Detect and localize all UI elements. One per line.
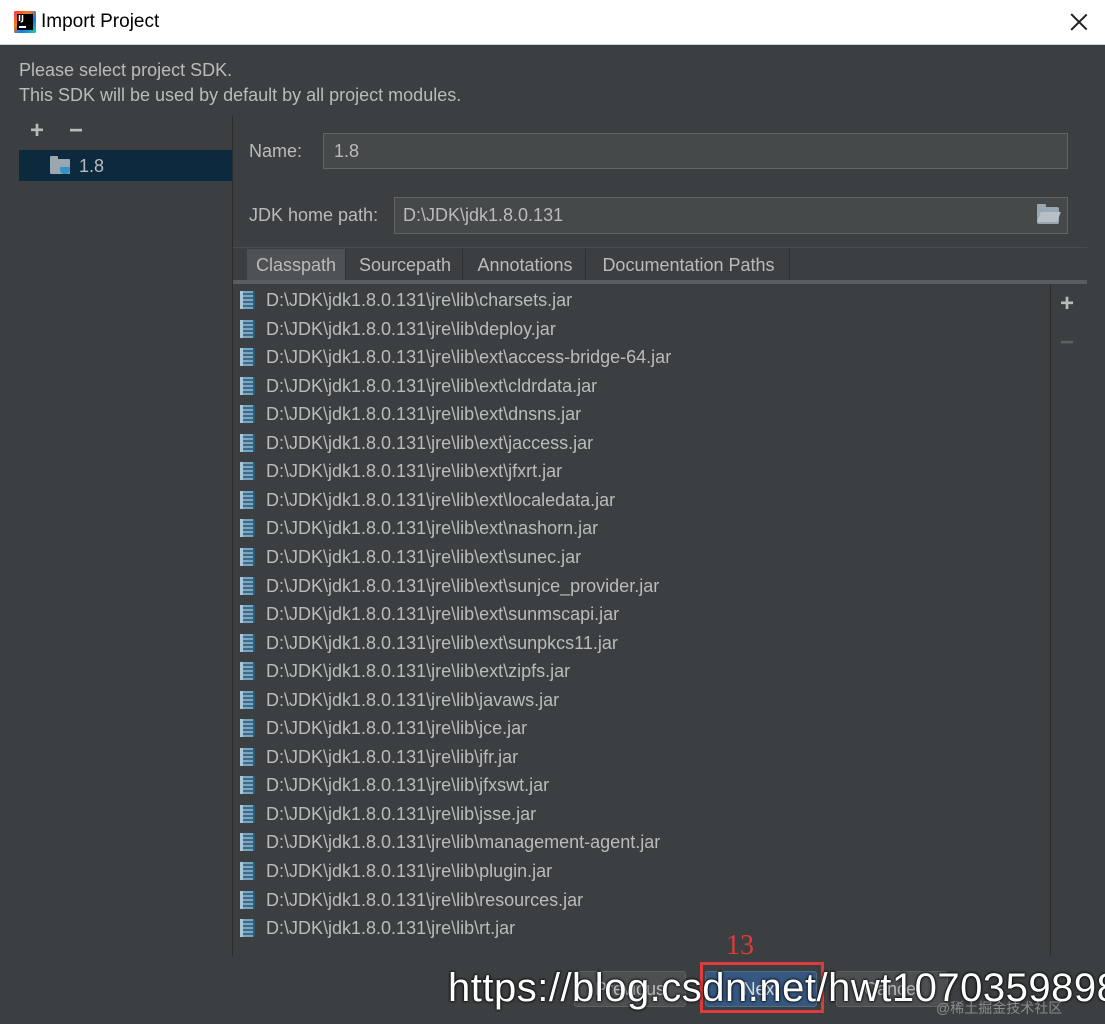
classpath-path: D:\JDK\jdk1.8.0.131\jre\lib\ext\sunec.ja… [266,546,582,567]
classpath-path: D:\JDK\jdk1.8.0.131\jre\lib\ext\sunmscap… [266,604,620,625]
jar-library-icon [240,862,255,880]
remove-path-icon[interactable]: − [1060,331,1080,355]
tab-sourcepath[interactable]: Sourcepath [348,249,463,281]
folder-open-icon[interactable] [1037,204,1059,224]
classpath-path: D:\JDK\jdk1.8.0.131\jre\lib\jce.jar [266,718,528,739]
jar-library-icon [240,662,255,681]
jar-library-icon [240,348,255,367]
jar-library-icon [240,747,255,766]
jar-library-icon [240,376,255,395]
jar-library-icon [240,490,255,509]
classpath-path: D:\JDK\jdk1.8.0.131\jre\lib\jsse.jar [266,803,537,824]
classpath-path: D:\JDK\jdk1.8.0.131\jre\lib\javaws.jar [266,689,560,710]
window-title: Import Project [41,11,160,32]
classpath-path: D:\JDK\jdk1.8.0.131\jre\lib\ext\localeda… [266,489,616,510]
classpath-path: D:\JDK\jdk1.8.0.131\jre\lib\plugin.jar [266,861,553,881]
description-line-2: This SDK will be used by default by all … [19,85,462,105]
classpath-path: D:\JDK\jdk1.8.0.131\jre\lib\ext\dnsns.ja… [266,404,582,425]
sdk-list-item[interactable]: 1.8 [19,150,232,181]
classpath-path: D:\JDK\jdk1.8.0.131\jre\lib\jfxswt.jar [266,775,550,796]
classpath-path: D:\JDK\jdk1.8.0.131\jre\lib\deploy.jar [266,318,556,339]
sdk-item-label: 1.8 [79,156,105,176]
add-sdk-icon[interactable]: + [30,119,48,143]
title-bar: IJ Import Project [0,0,1105,45]
jdk-folder-icon [50,156,70,174]
tabs-top-line [233,247,1087,248]
jar-library-icon [240,633,255,652]
list-separator [1050,284,1051,956]
name-label: Name: [249,141,303,161]
classpath-path: D:\JDK\jdk1.8.0.131\jre\lib\ext\jaccess.… [266,432,594,453]
classpath-path: D:\JDK\jdk1.8.0.131\jre\lib\jfr.jar [266,746,519,767]
close-icon[interactable] [1066,9,1092,35]
jar-library-icon [240,462,255,481]
classpath-path: D:\JDK\jdk1.8.0.131\jre\lib\ext\nashorn.… [266,518,599,539]
description-line-1: Please select project SDK. [19,60,233,80]
jar-library-icon [240,547,255,566]
jar-library-icon [240,405,255,424]
classpath-path: D:\JDK\jdk1.8.0.131\jre\lib\ext\zipfs.ja… [266,661,571,682]
jar-library-icon [240,690,255,709]
jdk-home-field[interactable] [394,197,1068,234]
classpath-path: D:\JDK\jdk1.8.0.131\jre\lib\charsets.jar [266,290,573,310]
sdk-list-panel [18,116,232,956]
jar-library-icon [240,833,255,852]
classpath-path: D:\JDK\jdk1.8.0.131\jre\lib\resources.ja… [266,889,584,910]
name-field[interactable] [323,133,1068,169]
jar-library-icon [240,576,255,595]
jar-library-icon [240,719,255,738]
add-path-icon[interactable]: + [1060,292,1080,316]
tab-documentation-paths[interactable]: Documentation Paths [588,249,790,281]
jar-library-icon [240,433,255,452]
classpath-path: D:\JDK\jdk1.8.0.131\jre\lib\ext\sunjce_p… [266,575,660,596]
step-number-annotation: 13 [726,930,754,961]
classpath-path: D:\JDK\jdk1.8.0.131\jre\lib\management-a… [266,832,661,853]
jar-library-icon [240,890,255,909]
remove-sdk-icon[interactable]: − [69,119,87,143]
classpath-path: D:\JDK\jdk1.8.0.131\jre\lib\ext\jfxrt.ja… [266,461,563,482]
jar-library-icon [240,605,255,624]
tab-annotations[interactable]: Annotations [465,249,586,281]
classpath-path: D:\JDK\jdk1.8.0.131\jre\lib\ext\cldrdata… [266,375,598,396]
jar-library-icon [240,291,255,309]
intellij-idea-icon: IJ [14,11,36,33]
jar-library-icon [240,519,255,538]
jdk-home-label: JDK home path: [249,205,379,225]
classpath-path: D:\JDK\jdk1.8.0.131\jre\lib\ext\access-b… [266,347,672,368]
site-watermark: @稀土掘金技术社区 [936,1000,1063,1016]
jar-library-icon [240,919,255,938]
jar-library-icon [240,319,255,338]
classpath-path: D:\JDK\jdk1.8.0.131\jre\lib\ext\sunpkcs1… [266,632,618,653]
classpath-path: D:\JDK\jdk1.8.0.131\jre\lib\rt.jar [266,918,516,939]
jar-library-icon [240,804,255,823]
tab-classpath[interactable]: Classpath [247,249,346,281]
jar-library-icon [240,776,255,795]
